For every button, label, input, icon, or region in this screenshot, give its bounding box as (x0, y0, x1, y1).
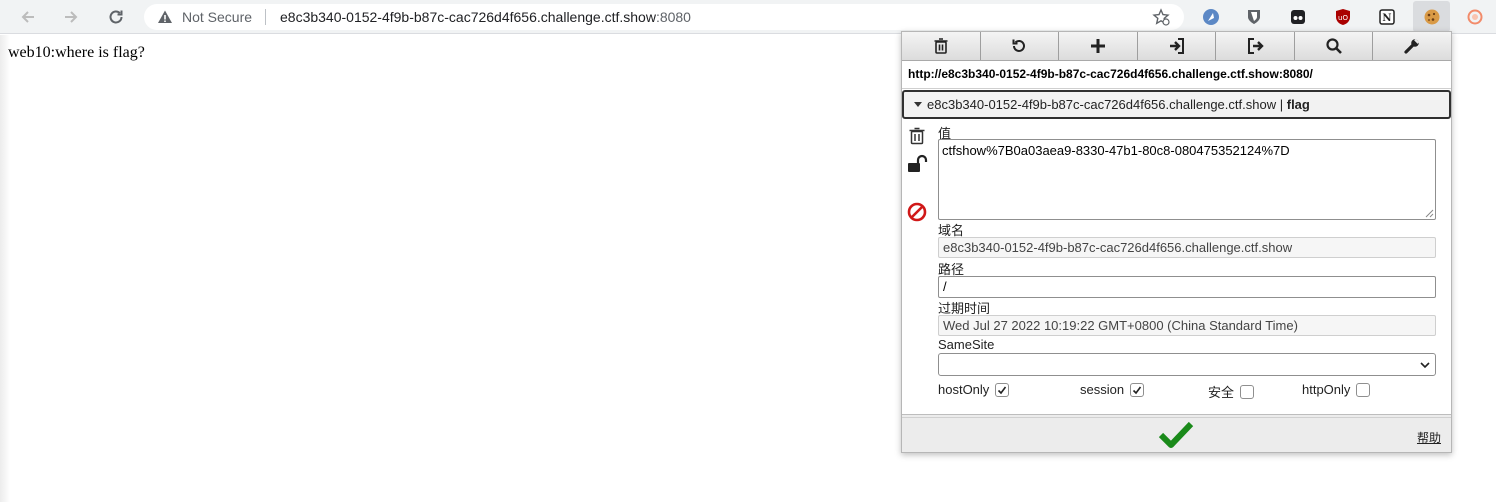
cookie-editor-footer: 帮助 (902, 414, 1451, 452)
search-icon (1326, 38, 1342, 54)
delete-cookie-icon[interactable] (907, 126, 927, 149)
delete-all-button[interactable] (902, 32, 981, 60)
sign-out-icon (1248, 38, 1264, 54)
bookmark-star-icon[interactable] (1152, 8, 1170, 29)
tab-icon[interactable] (1287, 6, 1309, 28)
secure-option[interactable]: 安全 (1208, 382, 1255, 401)
import-button[interactable] (1138, 32, 1217, 60)
httponly-label: httpOnly (1302, 382, 1351, 397)
expires-field[interactable]: Wed Jul 27 2022 10:19:22 GMT+0800 (China… (938, 315, 1436, 336)
reader-icon[interactable] (1200, 6, 1222, 28)
svg-text:N: N (1382, 13, 1391, 24)
reload-icon (109, 10, 123, 24)
cookie-separator: | (1279, 97, 1284, 112)
page-edge-shadow (0, 35, 10, 502)
secure-checkbox[interactable] (1240, 384, 1255, 399)
omnibox-divider (265, 9, 266, 25)
session-checkbox[interactable] (1130, 382, 1145, 397)
hostonly-checkbox[interactable] (995, 382, 1010, 397)
browser-toolbar: Not Secure e8c3b340-0152-4f9b-b87c-cac72… (0, 0, 1496, 34)
back-arrow-icon (21, 11, 34, 23)
chevron-down-icon (1420, 362, 1430, 369)
cookie-row-header[interactable]: e8c3b340-0152-4f9b-b87c-cac726d4f656.cha… (902, 90, 1451, 119)
url-text[interactable]: e8c3b340-0152-4f9b-b87c-cac726d4f656.cha… (280, 9, 691, 25)
footer-divider (902, 417, 1451, 419)
httponly-option[interactable]: httpOnly (1302, 382, 1371, 397)
back-button[interactable] (16, 5, 40, 29)
cookie-domain: e8c3b340-0152-4f9b-b87c-cac726d4f656.cha… (927, 97, 1277, 112)
sign-in-icon (1169, 38, 1184, 54)
cookie-editor-popup: http://e8c3b340-0152-4f9b-b87c-cac726d4f… (901, 31, 1452, 453)
httponly-checkbox[interactable] (1356, 382, 1371, 397)
export-button[interactable] (1216, 32, 1295, 60)
ublock-icon[interactable]: uO (1332, 6, 1354, 28)
address-bar[interactable]: Not Secure e8c3b340-0152-4f9b-b87c-cac72… (144, 4, 1184, 30)
reload-button[interactable] (104, 5, 128, 29)
trash-icon (934, 38, 948, 54)
url-port: :8080 (655, 9, 691, 25)
wrench-icon (1404, 38, 1420, 54)
value-textarea[interactable]: ctfshow%7B0a03aea9-8330-47b1-80c8-080475… (938, 139, 1436, 220)
checkmark-icon (998, 386, 1007, 394)
block-cookie-icon[interactable] (907, 202, 927, 225)
svg-text:uO: uO (1338, 14, 1348, 22)
hostonly-option[interactable]: hostOnly (938, 382, 1010, 397)
unlock-icon[interactable] (907, 154, 929, 177)
warning-icon[interactable] (157, 9, 173, 28)
bitwarden-icon[interactable] (1243, 6, 1265, 28)
forward-arrow-icon (65, 11, 78, 23)
hostonly-label: hostOnly (938, 382, 990, 397)
samesite-label: SameSite (938, 337, 995, 352)
undo-icon (1012, 39, 1026, 52)
settings-button[interactable] (1373, 32, 1451, 60)
record-icon[interactable] (1464, 6, 1486, 28)
plus-icon (1090, 39, 1105, 53)
secure-label: 安全 (1208, 385, 1235, 400)
forward-button[interactable] (59, 5, 83, 29)
session-label: session (1080, 382, 1125, 397)
path-field[interactable]: / (938, 276, 1436, 298)
resize-handle-icon[interactable] (1425, 209, 1434, 218)
collapse-triangle-icon[interactable] (914, 102, 922, 107)
samesite-select[interactable] (938, 353, 1436, 376)
domain-field[interactable]: e8c3b340-0152-4f9b-b87c-cac726d4f656.cha… (938, 237, 1436, 258)
site-url: http://e8c3b340-0152-4f9b-b87c-cac726d4f… (902, 61, 1451, 89)
add-cookie-button[interactable] (1059, 32, 1138, 60)
save-cookie-button[interactable] (1158, 420, 1194, 453)
cookie-editor-icon[interactable] (1421, 6, 1443, 28)
security-label[interactable]: Not Secure (182, 9, 252, 25)
cookie-editor-toolbar (902, 32, 1451, 61)
session-option[interactable]: session (1080, 382, 1145, 397)
cookie-name: flag (1286, 97, 1310, 112)
search-button[interactable] (1295, 32, 1374, 60)
notion-icon[interactable]: N (1376, 6, 1398, 28)
help-link[interactable]: 帮助 (1417, 429, 1441, 446)
refresh-button[interactable] (981, 32, 1060, 60)
value-text: ctfshow%7B0a03aea9-8330-47b1-80c8-080475… (942, 143, 1290, 158)
checkmark-icon (1158, 421, 1194, 448)
checkmark-icon (1133, 386, 1142, 394)
page-body-text: web10:where is flag? (8, 44, 145, 61)
url-host: e8c3b340-0152-4f9b-b87c-cac726d4f656.cha… (280, 9, 656, 25)
